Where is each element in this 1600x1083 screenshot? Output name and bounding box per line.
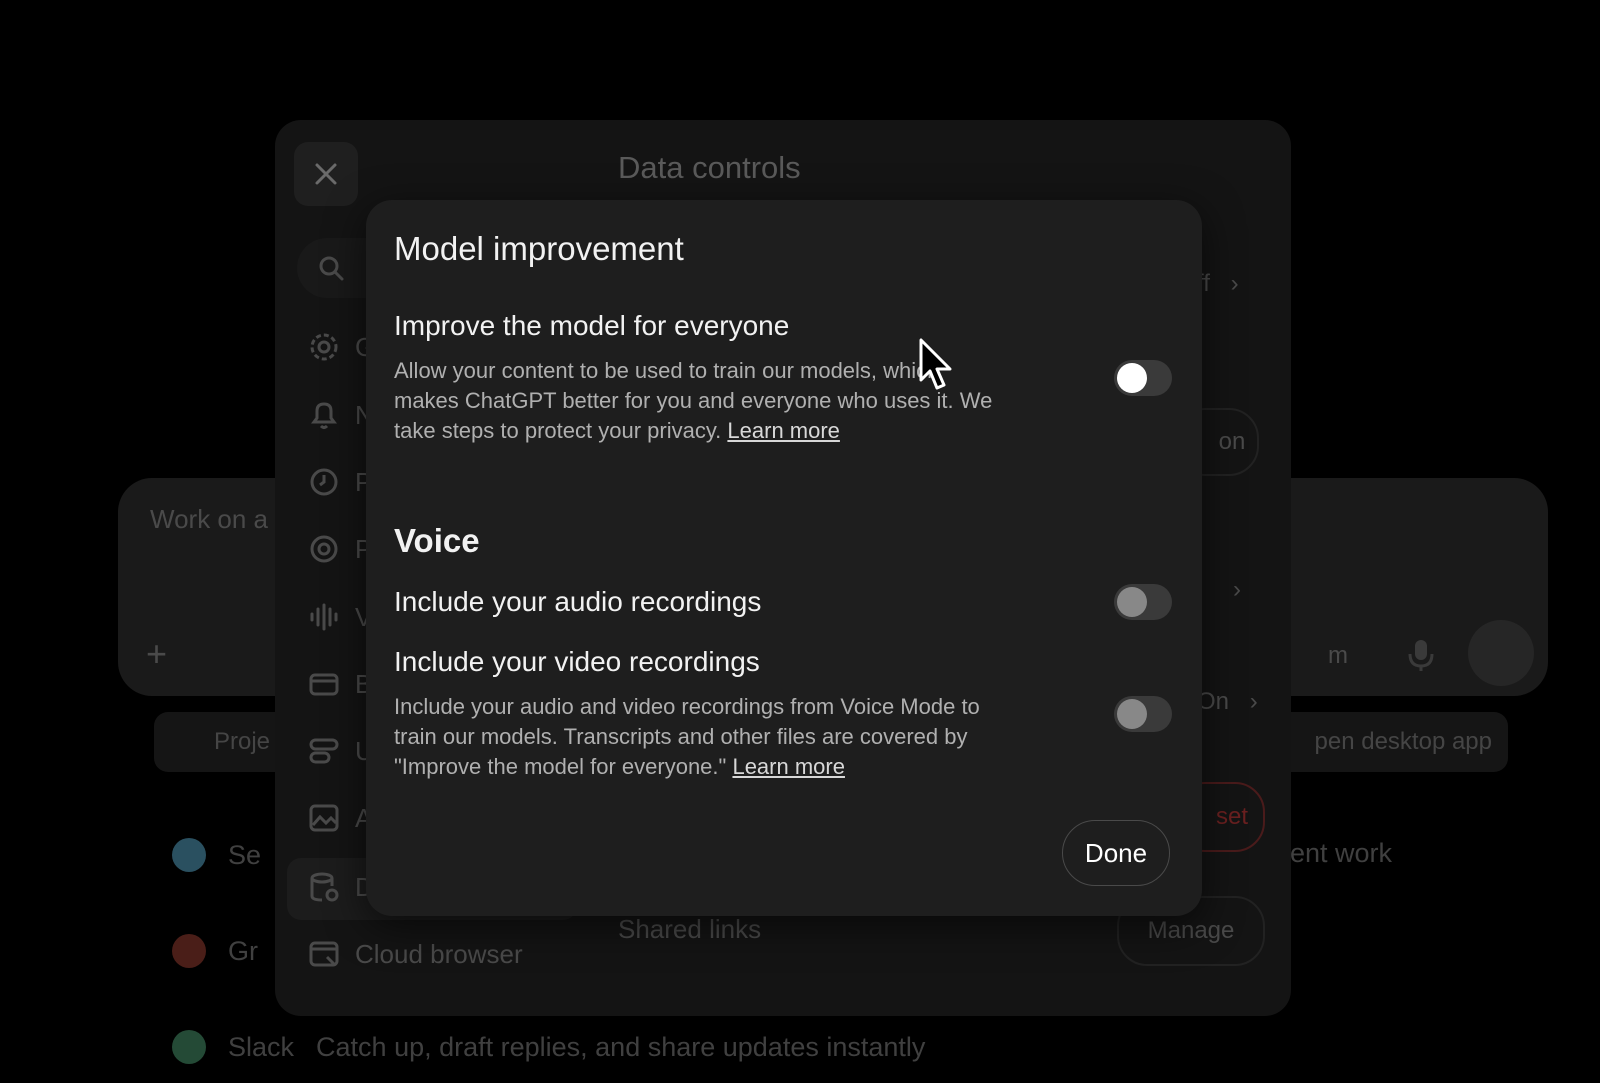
chip-label: pen desktop app	[1314, 728, 1492, 755]
video-recordings-description: Include your audio and video recordings …	[394, 692, 994, 782]
microphone-icon	[1408, 640, 1434, 671]
bell-icon	[311, 402, 337, 429]
model-selector: m	[1328, 642, 1348, 669]
nav-item-billing[interactable]: B	[307, 667, 372, 701]
audio-recordings-toggle[interactable]	[1114, 584, 1172, 620]
gear-icon	[310, 333, 338, 361]
learn-more-link[interactable]: Learn more	[732, 754, 845, 779]
done-button[interactable]: Done	[1062, 820, 1170, 886]
send-button	[1468, 620, 1534, 686]
list-item-label: Slack	[228, 1031, 295, 1062]
list-item: Slack Catch up, draft replies, and share…	[172, 1030, 925, 1064]
row-button-label: on	[1218, 428, 1246, 455]
desktop-app-chip: pen desktop app	[1258, 712, 1508, 772]
list-item-desc: Catch up, draft replies, and share updat…	[316, 1031, 926, 1062]
video-recordings-title: Include your video recordings	[394, 646, 760, 677]
chevron-right-icon: ›	[1230, 270, 1239, 297]
usage-icon	[309, 738, 339, 764]
nav-item-label: Cloud browser	[355, 938, 523, 969]
settings-title: Data controls	[618, 150, 801, 185]
nav-item-voice[interactable]: V	[307, 600, 372, 634]
list-item-label: Se	[228, 839, 262, 870]
nav-item-general[interactable]: G	[307, 330, 375, 364]
list-item: Gr	[172, 934, 258, 968]
browser-icon	[309, 941, 339, 967]
card-icon	[309, 673, 339, 696]
list-item-label: ent work	[1290, 838, 1393, 868]
at-icon	[310, 535, 338, 563]
manage-button-label: Manage	[1147, 917, 1235, 944]
list-item-tail: ent work	[1290, 838, 1392, 869]
image-icon	[309, 804, 339, 832]
toggle-knob	[1117, 363, 1147, 393]
nav-item-cloud-browser[interactable]: Cloud browser	[307, 937, 523, 971]
nav-item-data-controls[interactable]: D	[307, 870, 374, 904]
learn-more-link[interactable]: Learn more	[727, 418, 840, 443]
gmail-icon	[172, 934, 206, 968]
app-icon	[172, 838, 206, 872]
chip-label: Proje	[214, 728, 271, 755]
improve-model-description: Allow your content to be used to train o…	[394, 356, 994, 446]
plus-icon: +	[146, 633, 168, 674]
improve-model-title: Improve the model for everyone	[394, 310, 790, 341]
nav-item-personalization[interactable]: P	[307, 465, 372, 499]
shared-links-label: Shared links	[618, 914, 762, 944]
nav-item-apps[interactable]: A	[307, 801, 372, 835]
nav-item-profile[interactable]: P	[307, 532, 372, 566]
waveform-icon	[310, 603, 338, 631]
row-value: On ›	[1197, 688, 1258, 716]
chevron-right-icon: ›	[1249, 688, 1258, 715]
close-icon	[315, 163, 337, 185]
description-text: Allow your content to be used to train o…	[394, 358, 993, 443]
nav-item-notifications[interactable]: N	[307, 398, 374, 432]
search-icon	[319, 256, 344, 281]
composer-placeholder: Work on a	[150, 504, 269, 534]
audio-recordings-title: Include your audio recordings	[394, 586, 762, 617]
list-item-label: Gr	[228, 935, 258, 966]
list-item: Se	[172, 838, 261, 872]
toggle-knob	[1117, 587, 1147, 617]
improve-model-toggle[interactable]	[1114, 360, 1172, 396]
voice-section-heading: Voice	[394, 522, 480, 559]
video-recordings-toggle[interactable]	[1114, 696, 1172, 732]
chevron-right-icon[interactable]: ›	[1233, 576, 1241, 604]
slack-icon	[172, 1030, 206, 1064]
reset-button-label: set	[1215, 803, 1248, 830]
row-value: ff ›	[1197, 270, 1239, 298]
description-text: Include your audio and video recordings …	[394, 694, 980, 779]
close-button[interactable]	[294, 142, 358, 206]
clock-icon	[310, 468, 338, 496]
database-icon	[310, 872, 339, 902]
nav-item-usage[interactable]: U	[307, 734, 374, 768]
model-improvement-dialog: Model improvement Improve the model for …	[366, 200, 1202, 916]
mouse-pointer-icon	[919, 338, 952, 390]
toggle-knob	[1117, 699, 1147, 729]
dialog-title: Model improvement	[394, 230, 684, 267]
